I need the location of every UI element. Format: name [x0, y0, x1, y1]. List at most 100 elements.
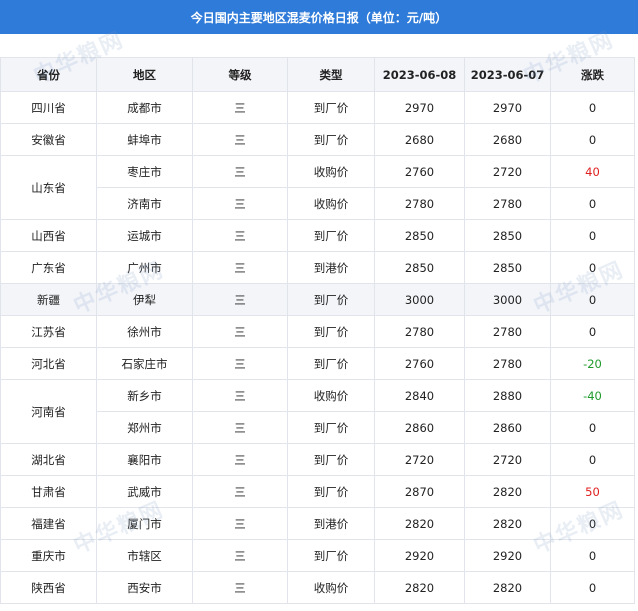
- column-header-change: 涨跌: [550, 57, 635, 92]
- region-cell: 运城市: [96, 219, 193, 252]
- province-cell: 河北省: [0, 347, 97, 380]
- price-previous-cell: 2720: [464, 443, 551, 476]
- price-current-cell: 2870: [374, 475, 465, 508]
- price-previous-cell: 2720: [464, 155, 551, 188]
- type-cell: 到厂价: [287, 315, 375, 348]
- change-cell: 0: [550, 283, 635, 316]
- type-cell: 到厂价: [287, 347, 375, 380]
- price-current-cell: 2820: [374, 507, 465, 540]
- province-cell: 重庆市: [0, 539, 97, 572]
- table-row: 新疆 伊犁 三 到厂价 3000 3000 0: [0, 283, 635, 316]
- region-cell: 徐州市: [96, 315, 193, 348]
- price-current-cell: 2780: [374, 315, 465, 348]
- price-previous-cell: 2820: [464, 571, 551, 604]
- column-header-region: 地区: [96, 57, 193, 92]
- province-cell: 甘肃省: [0, 475, 97, 508]
- province-cell: 福建省: [0, 507, 97, 540]
- column-header-date-current: 2023-06-08: [374, 57, 465, 92]
- change-cell: 0: [550, 411, 635, 444]
- type-cell: 到厂价: [287, 123, 375, 156]
- table-row: 重庆市 市辖区 三 到厂价 2920 2920 0: [0, 539, 635, 572]
- table-row: 陕西省 西安市 三 收购价 2820 2820 0: [0, 571, 635, 604]
- change-cell: 0: [550, 251, 635, 284]
- price-current-cell: 2860: [374, 411, 465, 444]
- change-cell: 0: [550, 539, 635, 572]
- table-row: 山西省 运城市 三 到厂价 2850 2850 0: [0, 219, 635, 252]
- region-cell: 市辖区: [96, 539, 193, 572]
- price-current-cell: 2680: [374, 123, 465, 156]
- change-cell: 0: [550, 315, 635, 348]
- table-row: 广东省 广州市 三 到港价 2850 2850 0: [0, 251, 635, 284]
- region-cell: 襄阳市: [96, 443, 193, 476]
- table-row: 河北省 石家庄市 三 到厂价 2760 2780 -20: [0, 347, 635, 380]
- grade-cell: 三: [192, 475, 288, 508]
- price-previous-cell: 2820: [464, 507, 551, 540]
- price-current-cell: 2840: [374, 379, 465, 412]
- price-current-cell: 2760: [374, 347, 465, 380]
- table-row: 福建省 厦门市 三 到港价 2820 2820 0: [0, 507, 635, 540]
- change-cell: 40: [550, 155, 635, 188]
- grade-cell: 三: [192, 187, 288, 220]
- grade-cell: 三: [192, 443, 288, 476]
- province-cell: 安徽省: [0, 123, 97, 156]
- table-row: 甘肃省 武威市 三 到厂价 2870 2820 50: [0, 475, 635, 508]
- province-cell: 河南省: [0, 379, 97, 444]
- change-cell: 0: [550, 571, 635, 604]
- type-cell: 收购价: [287, 187, 375, 220]
- price-current-cell: 2720: [374, 443, 465, 476]
- change-cell: 0: [550, 91, 635, 124]
- change-cell: -40: [550, 379, 635, 412]
- change-cell: 50: [550, 475, 635, 508]
- type-cell: 收购价: [287, 571, 375, 604]
- change-cell: 0: [550, 507, 635, 540]
- grade-cell: 三: [192, 219, 288, 252]
- price-previous-cell: 2850: [464, 251, 551, 284]
- price-current-cell: 2850: [374, 251, 465, 284]
- table-row: 郑州市 三 到厂价 2860 2860 0: [1, 411, 635, 444]
- type-cell: 收购价: [287, 379, 375, 412]
- price-previous-cell: 3000: [464, 283, 551, 316]
- region-cell: 郑州市: [96, 411, 193, 444]
- region-cell: 蚌埠市: [96, 123, 193, 156]
- column-header-grade: 等级: [192, 57, 288, 92]
- price-current-cell: 2920: [374, 539, 465, 572]
- page-title: 今日国内主要地区混麦价格日报（单位：元/吨）: [0, 0, 638, 34]
- region-cell: 石家庄市: [96, 347, 193, 380]
- grade-cell: 三: [192, 283, 288, 316]
- type-cell: 到港价: [287, 507, 375, 540]
- type-cell: 到港价: [287, 251, 375, 284]
- price-previous-cell: 2860: [464, 411, 551, 444]
- region-cell: 西安市: [96, 571, 193, 604]
- province-cell: 四川省: [0, 91, 97, 124]
- region-cell: 广州市: [96, 251, 193, 284]
- region-cell: 枣庄市: [96, 155, 193, 188]
- table-row: 四川省 成都市 三 到厂价 2970 2970 0: [0, 91, 635, 124]
- table-row: 山东省 枣庄市 三 收购价 2760 2720 40: [0, 155, 635, 220]
- price-previous-cell: 2820: [464, 475, 551, 508]
- price-previous-cell: 2680: [464, 123, 551, 156]
- price-current-cell: 2820: [374, 571, 465, 604]
- table-row: 安徽省 蚌埠市 三 到厂价 2680 2680 0: [0, 123, 635, 156]
- province-cell: 陕西省: [0, 571, 97, 604]
- price-previous-cell: 2850: [464, 219, 551, 252]
- column-header-date-previous: 2023-06-07: [464, 57, 551, 92]
- type-cell: 到厂价: [287, 539, 375, 572]
- region-cell: 厦门市: [96, 507, 193, 540]
- grade-cell: 三: [192, 155, 288, 188]
- grade-cell: 三: [192, 411, 288, 444]
- region-cell: 伊犁: [96, 283, 193, 316]
- price-current-cell: 3000: [374, 283, 465, 316]
- type-cell: 到厂价: [287, 283, 375, 316]
- price-previous-cell: 2780: [464, 315, 551, 348]
- price-table: 省份 地区 等级 类型 2023-06-08 2023-06-07 涨跌 四川省…: [0, 57, 635, 604]
- province-cell: 广东省: [0, 251, 97, 284]
- price-current-cell: 2970: [374, 91, 465, 124]
- table-row: 湖北省 襄阳市 三 到厂价 2720 2720 0: [0, 443, 635, 476]
- price-current-cell: 2760: [374, 155, 465, 188]
- price-previous-cell: 2920: [464, 539, 551, 572]
- table-row: 济南市 三 收购价 2780 2780 0: [1, 187, 635, 220]
- region-cell: 济南市: [96, 187, 193, 220]
- type-cell: 收购价: [287, 155, 375, 188]
- province-cell: 新疆: [0, 283, 97, 316]
- type-cell: 到厂价: [287, 475, 375, 508]
